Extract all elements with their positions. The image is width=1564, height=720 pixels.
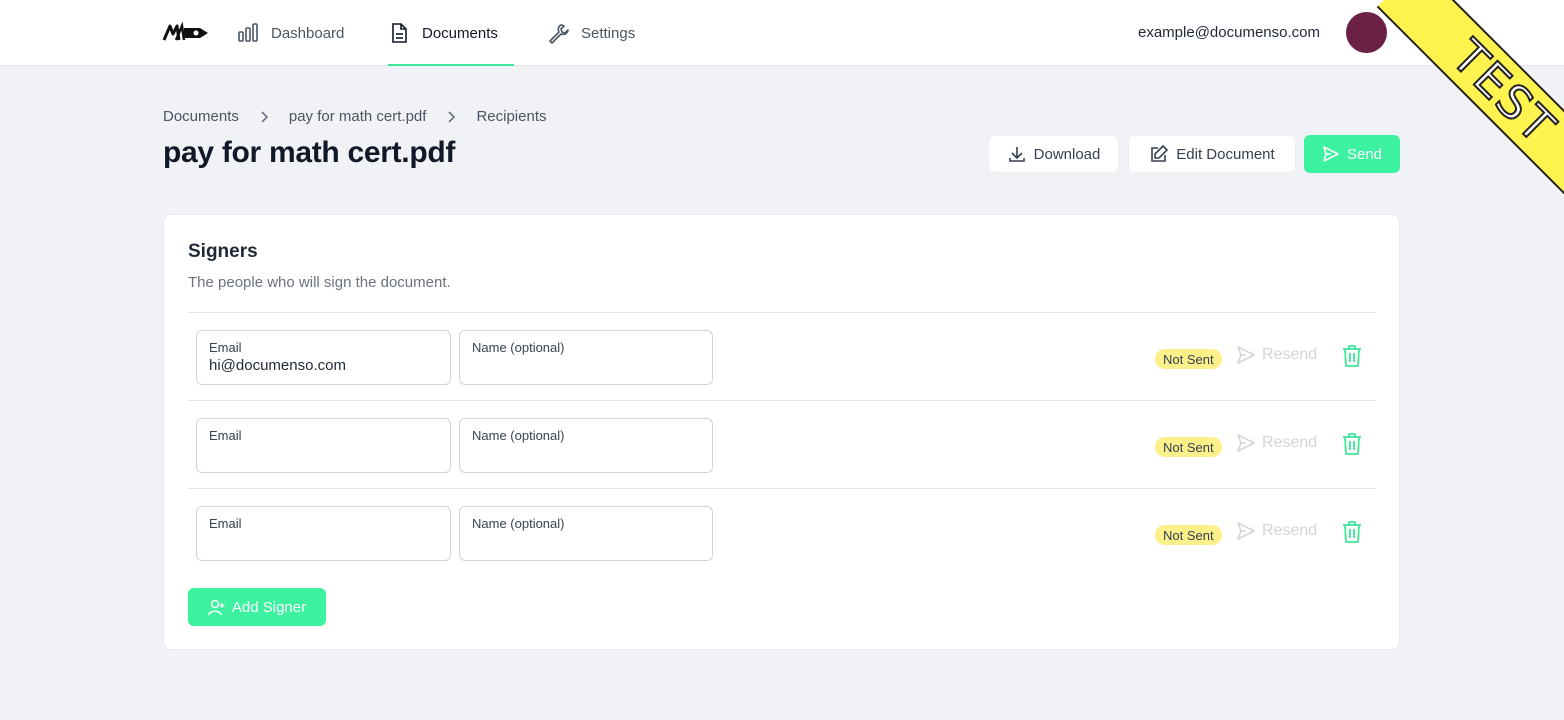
document-icon xyxy=(392,23,407,43)
nav-settings-label: Settings xyxy=(581,24,636,42)
resend-label: Resend xyxy=(1262,434,1318,451)
chevron-right-icon xyxy=(446,110,456,123)
status-badge: Not Sent xyxy=(1155,349,1222,369)
edit-document-button[interactable]: Edit Document xyxy=(1128,135,1296,173)
name-field[interactable]: Name (optional) xyxy=(459,418,713,473)
send-icon xyxy=(1237,434,1255,452)
email-label: Email xyxy=(209,428,242,443)
trash-icon[interactable] xyxy=(1341,432,1363,456)
send-icon xyxy=(1237,346,1255,364)
download-label: Download xyxy=(1033,145,1101,163)
add-signer-button[interactable]: Add Signer xyxy=(188,588,326,626)
nav-documents-label: Documents xyxy=(422,24,498,42)
signer-row: Email Name (optional) Not Sent Resend xyxy=(188,401,1376,489)
breadcrumb-recipients[interactable]: Recipients xyxy=(476,108,546,125)
download-icon xyxy=(1008,147,1025,162)
trash-icon[interactable] xyxy=(1341,520,1363,544)
resend-button[interactable]: Resend xyxy=(1236,521,1317,541)
signer-row: Email hi@documenso.com Name (optional) N… xyxy=(188,313,1376,401)
status-badge: Not Sent xyxy=(1155,525,1222,545)
documenso-logo[interactable] xyxy=(162,20,212,46)
top-navbar: Dashboard Documents Settings example@doc… xyxy=(0,0,1564,66)
email-label: Email xyxy=(209,516,242,531)
send-icon xyxy=(1323,146,1339,162)
send-label: Send xyxy=(1346,145,1383,163)
name-field[interactable]: Name (optional) xyxy=(459,506,713,561)
edit-icon xyxy=(1151,144,1169,162)
breadcrumb-documents[interactable]: Documents xyxy=(163,108,239,125)
user-plus-icon xyxy=(208,599,225,616)
nav-dashboard-label: Dashboard xyxy=(271,24,345,42)
email-value: hi@documenso.com xyxy=(209,357,346,374)
download-button[interactable]: Download xyxy=(988,135,1119,173)
signers-title: Signers xyxy=(188,241,258,262)
email-field[interactable]: Email hi@documenso.com xyxy=(196,330,451,385)
signer-row: Email Name (optional) Not Sent Resend xyxy=(188,489,1376,577)
name-label: Name (optional) xyxy=(472,428,565,443)
trash-icon[interactable] xyxy=(1341,344,1363,368)
signers-card: Signers The people who will sign the doc… xyxy=(163,214,1400,650)
signers-subtitle: The people who will sign the document. xyxy=(188,274,451,291)
name-label: Name (optional) xyxy=(472,516,565,531)
user-email: example@documenso.com xyxy=(1138,24,1320,41)
resend-button[interactable]: Resend xyxy=(1236,345,1317,365)
breadcrumb: Documents pay for math cert.pdf Recipien… xyxy=(163,108,547,125)
page-title: pay for math cert.pdf xyxy=(163,136,456,169)
chevron-right-icon xyxy=(259,110,269,123)
send-button[interactable]: Send xyxy=(1304,135,1400,173)
avatar[interactable] xyxy=(1346,12,1387,53)
email-field[interactable]: Email xyxy=(196,506,451,561)
wrench-icon xyxy=(549,24,569,44)
email-label: Email xyxy=(209,340,242,355)
resend-label: Resend xyxy=(1262,346,1318,363)
active-tab-indicator xyxy=(388,64,514,66)
nav-dashboard[interactable]: Dashboard xyxy=(237,0,344,66)
add-signer-label: Add Signer xyxy=(231,598,307,616)
resend-label: Resend xyxy=(1262,522,1318,539)
breadcrumb-document[interactable]: pay for math cert.pdf xyxy=(289,108,427,125)
send-icon xyxy=(1237,522,1255,540)
bar-chart-icon xyxy=(238,23,258,42)
resend-button[interactable]: Resend xyxy=(1236,433,1317,453)
nav-settings[interactable]: Settings xyxy=(547,0,635,66)
email-field[interactable]: Email xyxy=(196,418,451,473)
name-field[interactable]: Name (optional) xyxy=(459,330,713,385)
status-badge: Not Sent xyxy=(1155,437,1222,457)
name-label: Name (optional) xyxy=(472,340,565,355)
edit-document-label: Edit Document xyxy=(1176,145,1275,163)
nav-documents[interactable]: Documents xyxy=(388,0,514,66)
